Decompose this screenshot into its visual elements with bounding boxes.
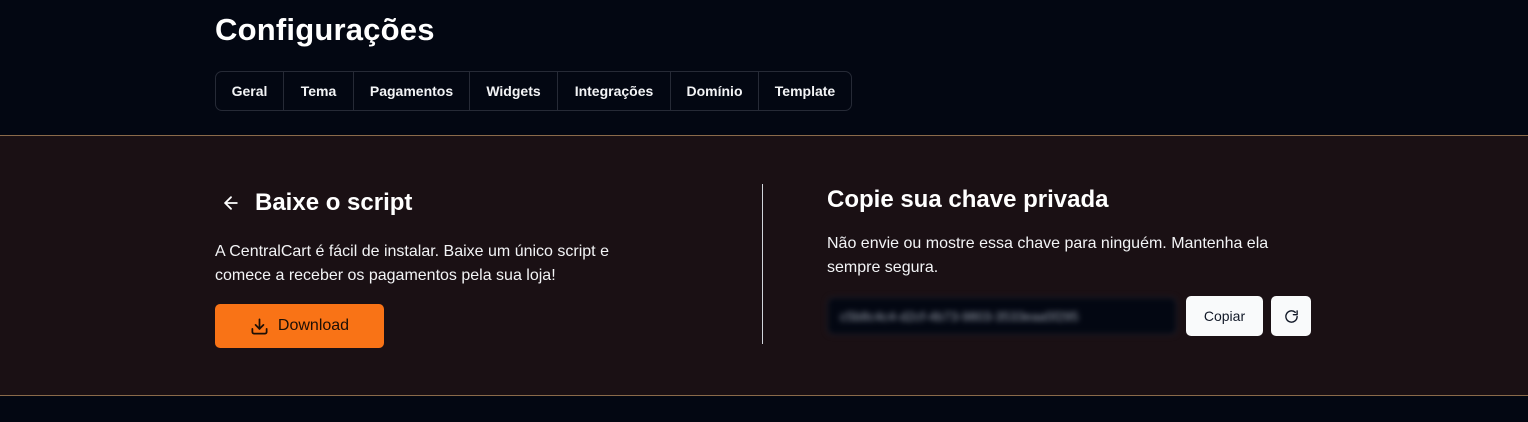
download-button[interactable]: Download <box>215 304 384 348</box>
private-key-heading: Copie sua chave privada <box>827 186 1109 213</box>
download-icon <box>250 317 269 336</box>
page-title: Configurações <box>215 12 435 47</box>
tab-dominio[interactable]: Domínio <box>671 72 759 110</box>
tab-tema[interactable]: Tema <box>284 72 354 110</box>
script-heading: Baixe o script <box>215 186 412 220</box>
tab-widgets[interactable]: Widgets <box>470 72 558 110</box>
tab-geral[interactable]: Geral <box>216 72 284 110</box>
script-heading-text: Baixe o script <box>255 189 413 216</box>
script-description: A CentralCart é fácil de instalar. Baixe… <box>215 243 609 284</box>
settings-page: Configurações Geral Tema Pagamentos Widg… <box>0 0 1528 422</box>
arrow-left-icon[interactable] <box>215 187 247 219</box>
tab-pagamentos[interactable]: Pagamentos <box>354 72 470 110</box>
copy-button[interactable]: Copiar <box>1186 296 1263 336</box>
private-key-description: Não envie ou mostre essa chave para ning… <box>827 235 1269 276</box>
refresh-icon <box>1284 309 1299 324</box>
private-key-field[interactable]: c5b8c4c4-d2cf-4b73-9803-3533eaa5f295 <box>827 297 1177 335</box>
settings-tabs: Geral Tema Pagamentos Widgets Integraçõe… <box>215 71 852 111</box>
refresh-key-button[interactable] <box>1271 296 1311 336</box>
tab-integracoes[interactable]: Integrações <box>558 72 671 110</box>
section-divider <box>762 184 763 344</box>
tab-template[interactable]: Template <box>759 72 851 110</box>
download-label: Download <box>277 317 350 334</box>
